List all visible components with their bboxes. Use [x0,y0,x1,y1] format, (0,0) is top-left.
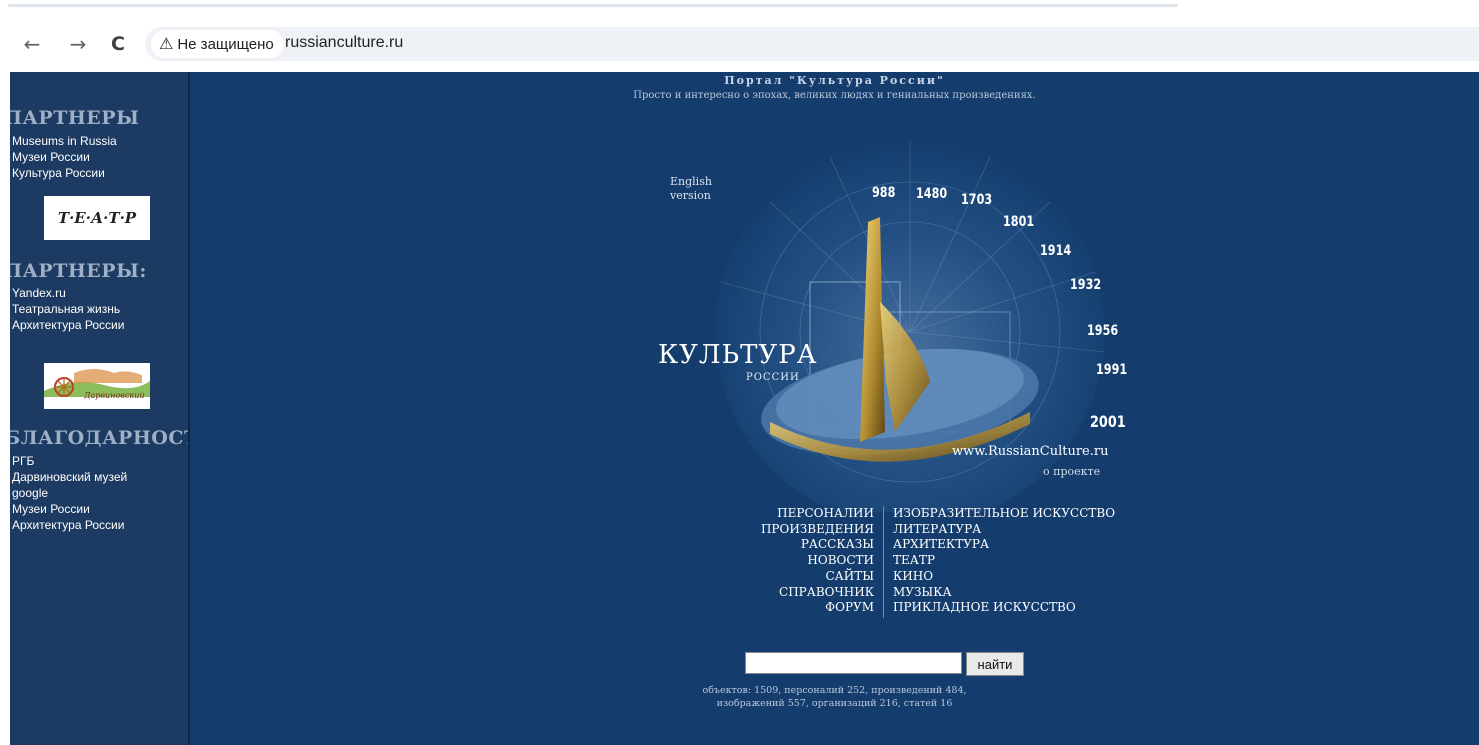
sidebar-link[interactable]: Музеи России [12,501,127,517]
sidebar-link[interactable]: Дарвиновский музей [12,469,127,485]
menu-left-column: ПЕРСОНАЛИИ ПРОИЗВЕДЕНИЯ РАССКАЗЫ НОВОСТИ… [761,506,874,616]
search-button[interactable]: найти [966,652,1024,676]
sidebar-link[interactable]: Архитектура России [12,517,127,533]
timeline-year[interactable]: 2001 [1090,412,1126,431]
page-content: ПАРТНЕРЫ Museums in Russia Музеи России … [0,72,1479,745]
teatr-banner[interactable]: Т·Е·А·Т·Р [44,196,150,240]
sidebar-link[interactable]: Театральная жизнь [12,301,124,317]
sidebar-section-title: БЛАГОДАРНОСТИ: [10,427,188,449]
menu-item[interactable]: ЛИТЕРАТУРА [893,522,1115,538]
menu-item[interactable]: ПЕРСОНАЛИИ [761,506,874,522]
teatr-banner-text: Т·Е·А·Т·Р [57,209,137,227]
site-logo-sub: РОССИИ [746,372,800,383]
search-input[interactable] [745,652,962,674]
page-subtitle: Просто и интересно о эпохах, великих люд… [633,90,1036,101]
site-statistics: объектов: 1509, персоналий 252, произвед… [190,684,1479,710]
darwin-banner-text: Дарвиновский [84,391,145,400]
reload-icon[interactable]: C [106,32,130,56]
sidebar-link[interactable]: РГБ [12,453,127,469]
menu-item[interactable]: ИЗОБРАЗИТЕЛЬНОЕ ИСКУССТВО [893,506,1115,522]
sidebar-link[interactable]: Museums in Russia [12,133,117,149]
browser-toolbar: ← → C ⚠ Не защищено russianculture.ru [0,12,1479,72]
sidebar-link[interactable]: Культура России [12,165,117,181]
sidebar-links-thanks: РГБ Дарвиновский музей google Музеи Росс… [12,453,127,533]
menu-item[interactable]: КИНО [893,569,1115,585]
menu-item[interactable]: СПРАВОЧНИК [761,585,874,601]
timeline-year[interactable]: 1991 [1096,362,1127,378]
stats-line: объектов: 1509, персоналий 252, произвед… [702,685,967,696]
timeline-year[interactable]: 1703 [961,192,992,208]
sidebar-link[interactable]: Yandex.ru [12,285,124,301]
sidebar-section-title: ПАРТНЕРЫ [10,107,140,129]
sidebar-section-title: ПАРТНЕРЫ: [10,260,147,282]
back-icon[interactable]: ← [20,32,44,56]
browser-tab-strip [0,0,1479,12]
menu-item[interactable]: ПРОИЗВЕДЕНИЯ [761,522,874,538]
timeline-year[interactable]: 1956 [1087,323,1118,339]
menu-item[interactable]: ФОРУМ [761,600,874,616]
site-url-text: www.RussianCulture.ru [952,444,1109,459]
tab-indicator [8,4,1178,7]
site-logo: КУЛЬТУРА [658,340,818,370]
timeline-year[interactable]: 1480 [916,186,947,202]
address-bar[interactable]: ⚠ Не защищено russianculture.ru [145,27,1479,61]
about-project-link[interactable]: о проекте [1043,465,1100,478]
page-title: Портал "Культура России" [724,74,945,87]
warning-triangle-icon: ⚠ [159,36,174,53]
sidebar: ПАРТНЕРЫ Museums in Russia Музеи России … [10,72,188,745]
forward-icon[interactable]: → [66,32,90,56]
menu-item[interactable]: РАССКАЗЫ [761,537,874,553]
sidebar-links-partners: Museums in Russia Музеи России Культура … [12,133,117,181]
menu-item[interactable]: АРХИТЕКТУРА [893,537,1115,553]
timeline-year[interactable]: 988 [872,185,895,201]
timeline-year[interactable]: 1932 [1070,277,1101,293]
stats-line: изображений 557, организаций 216, статей… [716,698,953,709]
darwin-museum-banner[interactable]: Дарвиновский [44,363,150,409]
sidebar-link[interactable]: google [12,485,127,501]
url-text[interactable]: russianculture.ru [285,34,403,52]
sidebar-link[interactable]: Архитектура России [12,317,124,333]
security-label: Не защищено [177,35,274,53]
darwin-banner-graphic [44,363,150,409]
sidebar-link[interactable]: Музеи России [12,149,117,165]
main-content: Портал "Культура России" Просто и интере… [190,72,1479,745]
sidebar-links-partners-2: Yandex.ru Театральная жизнь Архитектура … [12,285,124,333]
timeline-year[interactable]: 1801 [1003,214,1034,230]
menu-item[interactable]: НОВОСТИ [761,553,874,569]
menu-item[interactable]: САЙТЫ [761,569,874,585]
menu-item[interactable]: ПРИКЛАДНОЕ ИСКУССТВО [893,600,1115,616]
menu-right-column: ИЗОБРАЗИТЕЛЬНОЕ ИСКУССТВО ЛИТЕРАТУРА АРХ… [893,506,1115,616]
timeline-year[interactable]: 1914 [1040,243,1071,259]
menu-divider [883,506,884,618]
security-chip[interactable]: ⚠ Не защищено [151,30,284,58]
menu-item[interactable]: МУЗЫКА [893,585,1115,601]
page-left-margin [0,72,10,745]
menu-item[interactable]: ТЕАТР [893,553,1115,569]
